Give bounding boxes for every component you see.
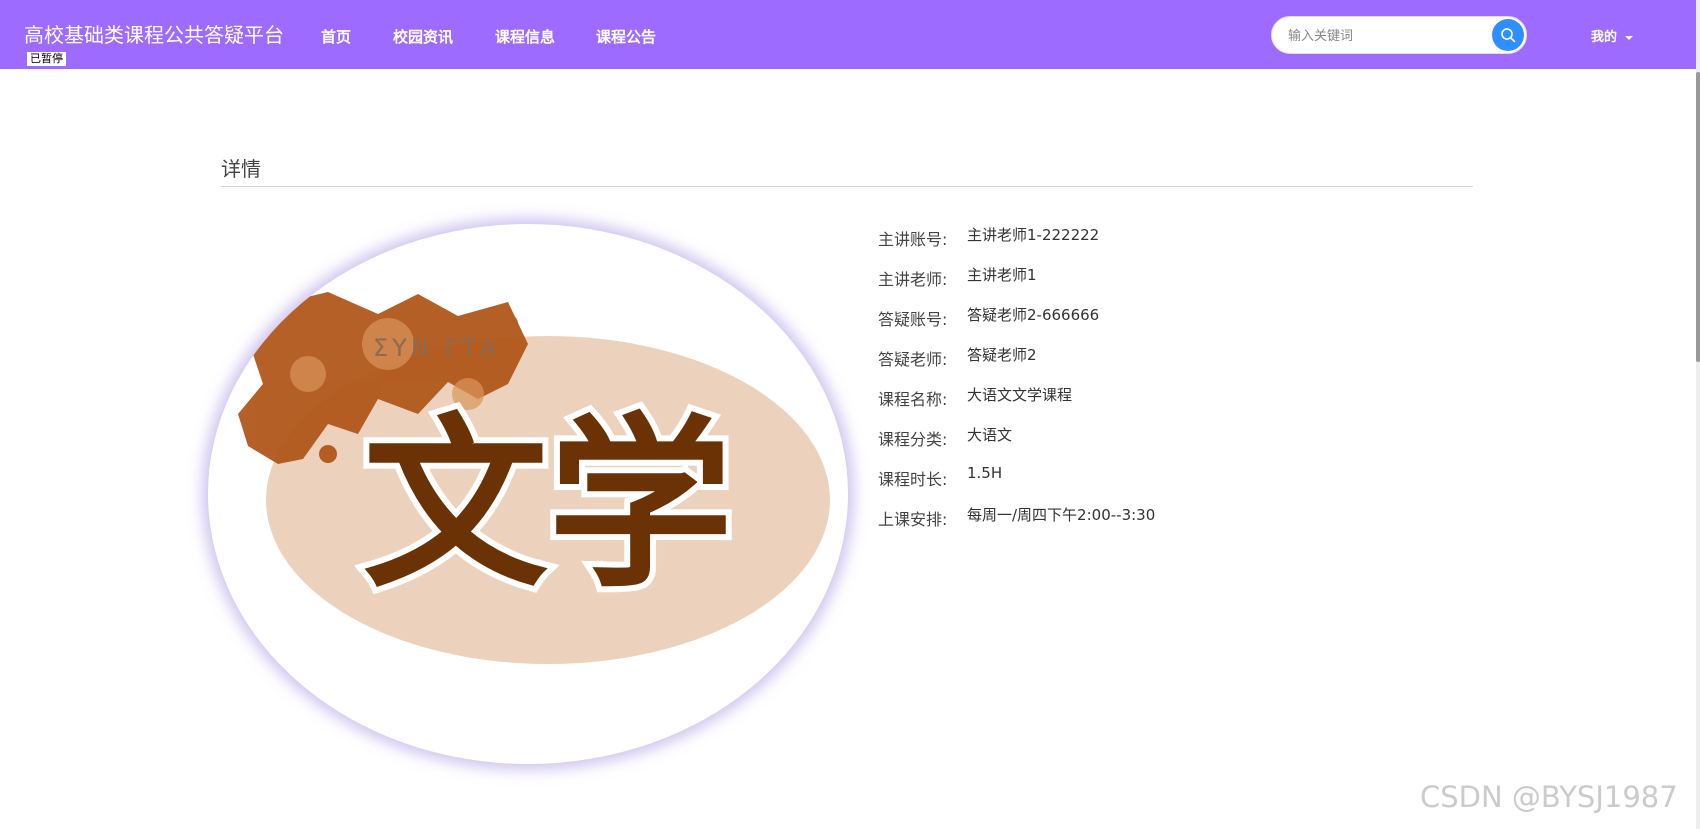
nav-campus-news[interactable]: 校园资讯 [393,26,453,47]
field-course-name: 课程名称: 大语文文学课程 [878,386,1073,409]
field-lecturer: 主讲老师: 主讲老师1 [878,266,1037,289]
field-class-schedule: 上课安排: 每周一/周四下午2:00--3:30 [878,506,1156,529]
overlay-greek-text: ΣΥΝ ΓΤΑ [373,334,501,362]
user-menu[interactable]: 我的 [1591,26,1634,45]
section-title: 详情 [221,157,261,181]
nav-home[interactable]: 首页 [321,26,351,47]
search-icon [1501,28,1516,43]
field-tutor-account: 答疑账号: 答疑老师2-666666 [878,306,1100,329]
field-lecturer-account: 主讲账号: 主讲老师1-222222 [878,226,1100,249]
search-button[interactable] [1492,19,1524,51]
literature-illustration: ΣΥΝ ΓΤΑ 文学 [238,292,830,664]
nav-course-info[interactable]: 课程信息 [495,26,555,47]
field-course-duration: 课程时长: 1.5H [878,464,1003,489]
image-title-text: 文学 [363,397,733,613]
course-image: ΣΥΝ ΓΤΑ 文学 [208,224,848,764]
field-tutor: 答疑老师: 答疑老师2 [878,346,1037,369]
caret-down-icon [1625,35,1634,40]
section-divider [221,186,1473,187]
site-title[interactable]: 高校基础类课程公共答疑平台 [24,19,284,48]
paused-badge: 已暂停 [27,52,66,66]
user-menu-label: 我的 [1591,30,1618,45]
search-input[interactable] [1286,23,1480,49]
top-navbar: 高校基础类课程公共答疑平台 已暂停 首页 校园资讯 课程信息 课程公告 我的 [0,0,1700,69]
search-box [1271,16,1527,54]
watermark: CSDN @BYSJ1987 [1420,780,1678,814]
nav-course-notice[interactable]: 课程公告 [596,26,656,47]
field-course-category: 课程分类: 大语文 [878,426,1013,449]
page-scrollbar-thumb[interactable] [1696,72,1700,362]
